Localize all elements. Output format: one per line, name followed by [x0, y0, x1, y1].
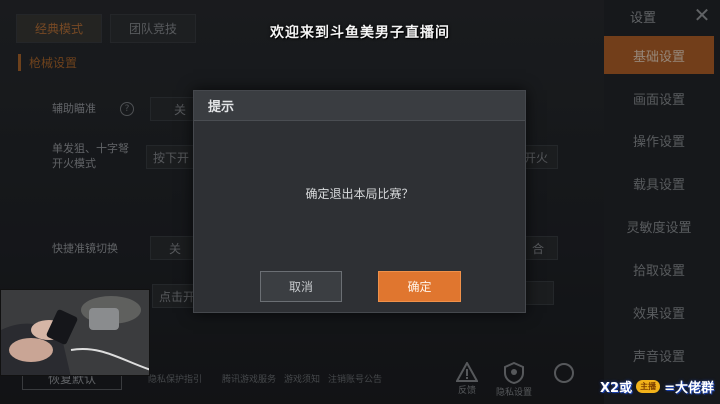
stream-title: 欢迎来到斗鱼美男子直播间	[270, 25, 450, 41]
watermark-right: =大佬群	[664, 381, 714, 396]
webcam-inset	[0, 289, 150, 376]
watermark-left: X2或	[600, 381, 633, 396]
cancel-button[interactable]: 取消	[260, 271, 342, 302]
confirm-button[interactable]: 确定	[378, 271, 461, 302]
webcam-image	[1, 290, 149, 375]
stream-watermark: X2或 主播 =大佬群	[600, 377, 714, 396]
dialog-title: 提示	[208, 100, 235, 115]
dialog-header: 提示	[194, 91, 525, 121]
dialog-message: 确定退出本局比赛？	[305, 187, 414, 201]
confirm-dialog: 提示 确定退出本局比赛？ 取消 确定	[193, 90, 526, 313]
watermark-badge: 主播	[636, 380, 661, 393]
